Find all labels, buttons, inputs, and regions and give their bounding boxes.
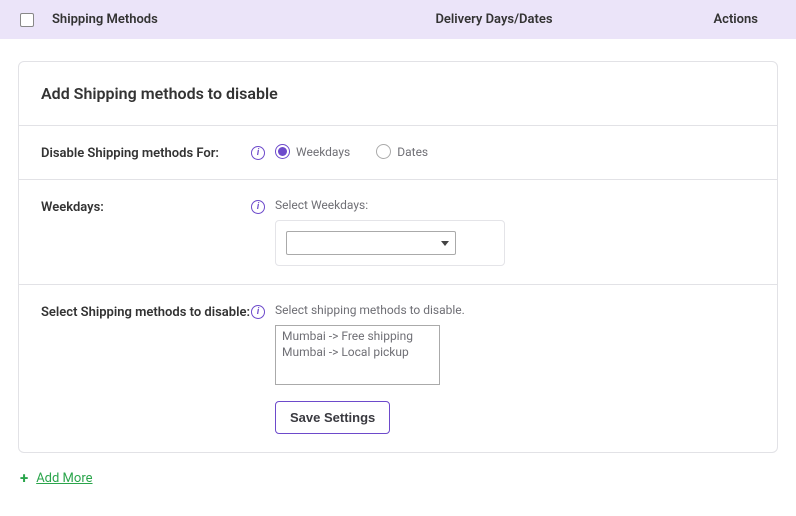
disable-shipping-panel: Add Shipping methods to disable Disable … [18,61,778,453]
select-all-checkbox[interactable] [20,13,34,27]
weekdays-field-label: Select Weekdays: [275,198,755,212]
info-icon[interactable]: i [251,146,265,160]
weekdays-label: Weekdays: [41,198,251,215]
radio-circle-icon [376,144,391,159]
multiselect-option[interactable]: Mumbai -> Local pickup [276,344,439,360]
disable-for-row: Disable Shipping methods For: i Weekdays… [19,126,777,180]
weekdays-select-wrap [275,220,505,266]
table-header: Shipping Methods Delivery Days/Dates Act… [0,0,796,39]
info-icon[interactable]: i [251,305,265,319]
header-shipping-methods: Shipping Methods [52,12,312,27]
radio-weekdays-label: Weekdays [296,145,350,159]
disable-for-label: Disable Shipping methods For: [41,144,251,161]
header-delivery-days: Delivery Days/Dates [312,12,676,27]
methods-field-label: Select shipping methods to disable. [275,303,755,317]
radio-circle-icon [275,144,290,159]
add-more-label: Add More [36,471,92,486]
radio-weekdays[interactable]: Weekdays [275,144,350,159]
save-settings-button[interactable]: Save Settings [275,401,390,434]
panel-title: Add Shipping methods to disable [19,62,777,126]
chevron-down-icon [441,241,449,246]
multiselect-option[interactable]: Mumbai -> Free shipping [276,328,439,344]
add-more-button[interactable]: + Add More [18,453,778,503]
header-actions: Actions [676,12,776,27]
methods-label: Select Shipping methods to disable: [41,303,251,320]
weekdays-row: Weekdays: i Select Weekdays: [19,180,777,285]
info-icon[interactable]: i [251,200,265,214]
radio-dates[interactable]: Dates [376,144,428,159]
plus-icon: + [20,469,28,487]
shipping-methods-multiselect[interactable]: Mumbai -> Free shipping Mumbai -> Local … [275,325,440,385]
methods-row: Select Shipping methods to disable: i Se… [19,285,777,452]
weekdays-select[interactable] [286,231,456,255]
radio-dates-label: Dates [397,145,428,159]
